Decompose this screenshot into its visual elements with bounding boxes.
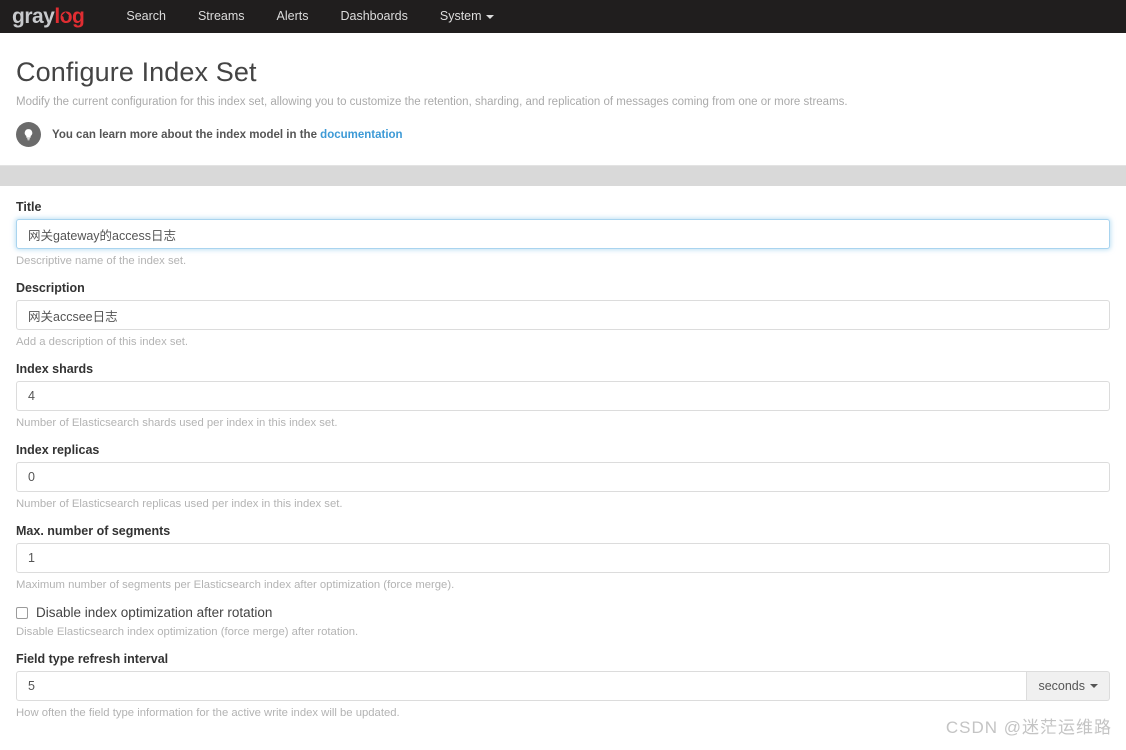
nav-label: Dashboards <box>340 9 408 23</box>
label-max-segments: Max. number of segments <box>16 524 171 538</box>
nav-label: System <box>439 9 482 23</box>
logo-text-log: log <box>54 5 85 28</box>
nav-item-alerts[interactable]: Alerts <box>261 0 325 33</box>
max-segments-input[interactable] <box>16 543 1110 573</box>
field-group-title: Title Descriptive name of the index set. <box>16 200 1110 267</box>
lightbulb-icon <box>16 122 41 147</box>
field-type-refresh-input[interactable] <box>16 671 1028 701</box>
app-root: gray log Search Streams Alerts Dashboards… <box>0 0 1126 750</box>
index-shards-input[interactable] <box>16 381 1110 411</box>
logo-text-gray: gray <box>12 5 55 28</box>
help-max-segments: Maximum number of segments per Elasticse… <box>16 579 455 591</box>
nav-label: Alerts <box>276 9 309 23</box>
field-group-description: Description Add a description of this in… <box>16 281 1110 348</box>
title-input[interactable] <box>16 219 1110 249</box>
top-navbar: gray log Search Streams Alerts Dashboards… <box>0 0 1126 33</box>
navbar-items: Search Streams Alerts Dashboards System <box>110 0 509 33</box>
index-replicas-input[interactable] <box>16 462 1110 492</box>
help-disable-optimization: Disable Elasticsearch index optimization… <box>16 626 359 638</box>
field-group-index-shards: Index shards Number of Elasticsearch sha… <box>16 362 1110 429</box>
page-wrapper: Configure Index Set Modify the current c… <box>0 33 1126 750</box>
header-panel: Configure Index Set Modify the current c… <box>0 33 1126 166</box>
nav-item-search[interactable]: Search <box>110 0 182 33</box>
help-title: Descriptive name of the index set. <box>16 255 187 267</box>
nav-item-streams[interactable]: Streams <box>182 0 261 33</box>
help-index-shards: Number of Elasticsearch shards used per … <box>16 417 338 429</box>
info-banner: You can learn more about the index model… <box>16 122 1110 147</box>
label-title: Title <box>16 200 42 214</box>
panel-gap-divider <box>0 166 1126 186</box>
graylog-logo[interactable]: gray log <box>12 5 85 28</box>
index-set-form: Title Descriptive name of the index set.… <box>0 186 1126 750</box>
field-group-max-segments: Max. number of segments Maximum number o… <box>16 524 1110 591</box>
label-description: Description <box>16 281 85 295</box>
chevron-down-icon <box>485 14 494 19</box>
field-type-refresh-unit-dropdown[interactable]: seconds <box>1027 671 1110 701</box>
nav-item-dashboards[interactable]: Dashboards <box>324 0 423 33</box>
help-index-replicas: Number of Elasticsearch replicas used pe… <box>16 498 343 510</box>
help-field-type-refresh: How often the field type information for… <box>16 707 400 719</box>
info-banner-prefix: You can learn more about the index model… <box>52 128 321 141</box>
page-subtitle: Modify the current configuration for thi… <box>16 96 848 108</box>
disable-optimization-checkbox[interactable] <box>16 606 28 619</box>
label-index-replicas: Index replicas <box>16 443 100 457</box>
label-field-type-refresh: Field type refresh interval <box>16 652 169 666</box>
page-title: Configure Index Set <box>16 57 257 87</box>
description-input[interactable] <box>16 300 1110 330</box>
field-group-field-type-refresh: Field type refresh interval seconds How … <box>16 652 1110 719</box>
nav-item-system[interactable]: System <box>424 0 510 33</box>
unit-label: seconds <box>1038 679 1085 693</box>
label-index-shards: Index shards <box>16 362 94 376</box>
field-group-disable-optimization: Disable index optimization after rotatio… <box>16 605 1110 638</box>
help-description: Add a description of this index set. <box>16 336 189 348</box>
disable-optimization-checkbox-row[interactable]: Disable index optimization after rotatio… <box>16 605 1110 620</box>
info-banner-text: You can learn more about the index model… <box>52 129 403 141</box>
chevron-down-icon <box>1090 684 1098 688</box>
nav-label: Streams <box>197 9 245 23</box>
disable-optimization-label[interactable]: Disable index optimization after rotatio… <box>36 605 272 620</box>
nav-label: Search <box>126 9 166 23</box>
field-group-index-replicas: Index replicas Number of Elasticsearch r… <box>16 443 1110 510</box>
documentation-link[interactable]: documentation <box>320 129 402 141</box>
field-type-refresh-input-group: seconds <box>16 671 1110 701</box>
